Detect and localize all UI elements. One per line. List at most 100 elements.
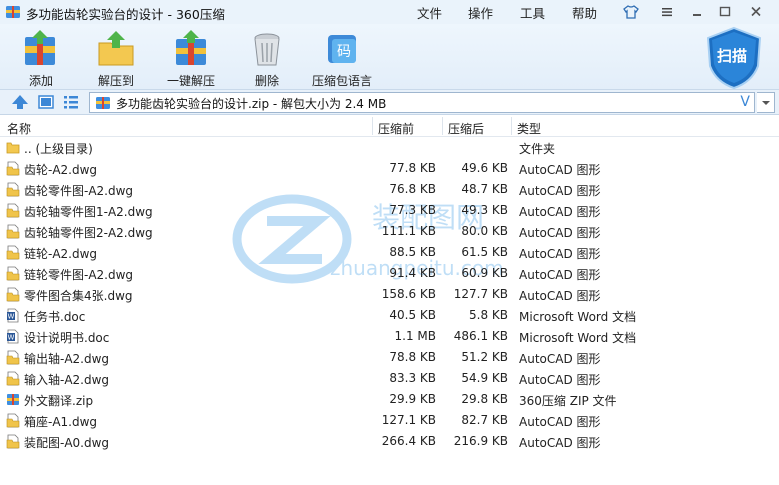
close-button[interactable] (745, 3, 767, 20)
file-name: 链轮零件图-A2.dwg (24, 268, 134, 282)
menu-lines-icon (662, 7, 672, 16)
file-type: AutoCAD 图形 (519, 247, 601, 261)
column-name[interactable]: 名称 (7, 120, 31, 137)
file-type: AutoCAD 图形 (519, 436, 601, 450)
file-row[interactable]: 链轮零件图-A2.dwg 91.4 KB 60.9 KB AutoCAD 图形 (0, 263, 779, 284)
svg-text:W: W (8, 334, 15, 342)
menu-dropdown-button[interactable] (656, 3, 678, 20)
word-file-icon: W (7, 308, 19, 323)
file-name: 齿轮零件图-A2.dwg (24, 184, 134, 198)
dwg-file-icon (6, 434, 20, 449)
file-row[interactable]: 链轮-A2.dwg 88.5 KB 61.5 KB AutoCAD 图形 (0, 242, 779, 263)
file-type: 文件夹 (519, 142, 556, 156)
close-icon (751, 6, 761, 17)
file-compressed-size: 40.5 KB (389, 308, 436, 322)
menu-operation[interactable]: 操作 (468, 3, 493, 22)
file-row[interactable]: 箱座-A1.dwg 127.1 KB 82.7 KB AutoCAD 图形 (0, 410, 779, 431)
dwg-file-icon (6, 224, 20, 239)
file-type: AutoCAD 图形 (519, 352, 601, 366)
file-compressed-size: 29.9 KB (389, 392, 436, 406)
add-button[interactable]: 添加 (21, 29, 61, 89)
column-divider[interactable] (442, 117, 443, 135)
menu-help[interactable]: 帮助 (572, 3, 597, 22)
column-original[interactable]: 压缩后 (448, 120, 484, 137)
file-original-size: 51.2 KB (461, 350, 508, 364)
file-row[interactable]: .. (上级目录) 文件夹 (0, 137, 779, 158)
file-compressed-size: 127.1 KB (381, 413, 436, 427)
file-row[interactable]: 装配图-A0.dwg 266.4 KB 216.9 KB AutoCAD 图形 (0, 431, 779, 452)
file-row[interactable]: 输出轴-A2.dwg 78.8 KB 51.2 KB AutoCAD 图形 (0, 347, 779, 368)
file-original-size: 60.9 KB (461, 266, 508, 280)
file-row[interactable]: 外文翻译.zip 29.9 KB 29.8 KB 360压缩 ZIP 文件 (0, 389, 779, 410)
maximize-button[interactable] (714, 3, 736, 20)
column-divider[interactable] (372, 117, 373, 135)
file-compressed-size: 91.4 KB (389, 266, 436, 280)
file-type: AutoCAD 图形 (519, 163, 601, 177)
file-original-size: 61.5 KB (461, 245, 508, 259)
svg-text:码: 码 (337, 44, 351, 60)
file-name: 任务书.doc (24, 310, 86, 324)
one-click-extract-icon (176, 30, 206, 65)
dwg-file-icon (6, 161, 20, 176)
file-type: AutoCAD 图形 (519, 184, 601, 198)
menu-file[interactable]: 文件 (417, 3, 442, 22)
file-row[interactable]: 输入轴-A2.dwg 83.3 KB 54.9 KB AutoCAD 图形 (0, 368, 779, 389)
scan-button[interactable]: 扫描 (704, 26, 764, 90)
extract-to-button[interactable]: 解压到 (96, 29, 136, 89)
file-compressed-size: 1.1 MB (394, 329, 436, 343)
menu-tools[interactable]: 工具 (520, 3, 545, 22)
file-row[interactable]: 齿轮轴零件图1-A2.dwg 77.3 KB 49.3 KB AutoCAD 图形 (0, 200, 779, 221)
path-field[interactable]: 多功能齿轮实验台的设计.zip - 解包大小为 2.4 MB V (89, 92, 755, 113)
file-compressed-size: 78.8 KB (389, 350, 436, 364)
list-header: 名称 压缩前 压缩后 类型 (0, 115, 779, 137)
file-type: AutoCAD 图形 (519, 205, 601, 219)
file-original-size: 486.1 KB (453, 329, 508, 343)
delete-button[interactable]: 删除 (247, 29, 287, 89)
file-original-size: 48.7 KB (461, 182, 508, 196)
add-label: 添加 (28, 74, 53, 88)
file-name: 输出轴-A2.dwg (24, 352, 110, 366)
file-compressed-size: 88.5 KB (389, 245, 436, 259)
chevron-down-icon (761, 100, 770, 105)
dwg-file-icon (6, 371, 20, 386)
up-arrow-icon[interactable] (11, 94, 29, 110)
archive-language-button[interactable]: 码 压缩包语言 (312, 29, 372, 89)
one-click-extract-button[interactable]: 一键解压 (167, 29, 215, 89)
file-row[interactable]: 齿轮轴零件图2-A2.dwg 111.1 KB 80.0 KB AutoCAD 图形 (0, 221, 779, 242)
column-compressed[interactable]: 压缩前 (378, 120, 414, 137)
file-name: 设计说明书.doc (24, 331, 110, 345)
main-toolbar: 添加 解压到 一键解压 删除 码 压缩包语言 (0, 24, 779, 90)
file-row[interactable]: W 设计说明书.doc 1.1 MB 486.1 KB Microsoft Word 文… (0, 326, 779, 347)
path-dropdown-button[interactable] (757, 92, 775, 113)
file-row[interactable]: 齿轮-A2.dwg 77.8 KB 49.6 KB AutoCAD 图形 (0, 158, 779, 179)
path-history-icon[interactable]: V (740, 94, 750, 110)
maximize-icon (719, 6, 731, 17)
thumbnail-view-icon[interactable] (37, 94, 55, 110)
path-text: 多功能齿轮实验台的设计.zip - 解包大小为 2.4 MB (116, 97, 387, 111)
scan-label: 扫描 (717, 47, 748, 65)
column-divider[interactable] (511, 117, 512, 135)
trash-icon (254, 33, 280, 66)
file-row[interactable]: 零件图合集4张.dwg 158.6 KB 127.7 KB AutoCAD 图形 (0, 284, 779, 305)
dwg-file-icon (6, 245, 20, 260)
folder-icon (6, 142, 20, 154)
file-original-size: 82.7 KB (461, 413, 508, 427)
file-row[interactable]: 齿轮零件图-A2.dwg 76.8 KB 48.7 KB AutoCAD 图形 (0, 179, 779, 200)
file-type: AutoCAD 图形 (519, 226, 601, 240)
skin-button[interactable] (620, 3, 642, 20)
file-name: 装配图-A0.dwg (24, 436, 110, 450)
minimize-button[interactable] (686, 3, 708, 20)
file-original-size: 49.6 KB (461, 161, 508, 175)
file-type: AutoCAD 图形 (519, 268, 601, 282)
column-type[interactable]: 类型 (517, 120, 541, 137)
dwg-file-icon (6, 350, 20, 365)
file-type: AutoCAD 图形 (519, 373, 601, 387)
file-compressed-size: 266.4 KB (381, 434, 436, 448)
window-title: 多功能齿轮实验台的设计 - 360压缩 (26, 7, 225, 22)
file-row[interactable]: W 任务书.doc 40.5 KB 5.8 KB Microsoft Word 文档 (0, 305, 779, 326)
address-bar: 多功能齿轮实验台的设计.zip - 解包大小为 2.4 MB V (0, 90, 779, 115)
list-view-icon[interactable] (62, 94, 80, 110)
app-logo-icon (6, 6, 20, 18)
svg-text:W: W (8, 313, 15, 321)
shirt-icon (623, 4, 639, 19)
